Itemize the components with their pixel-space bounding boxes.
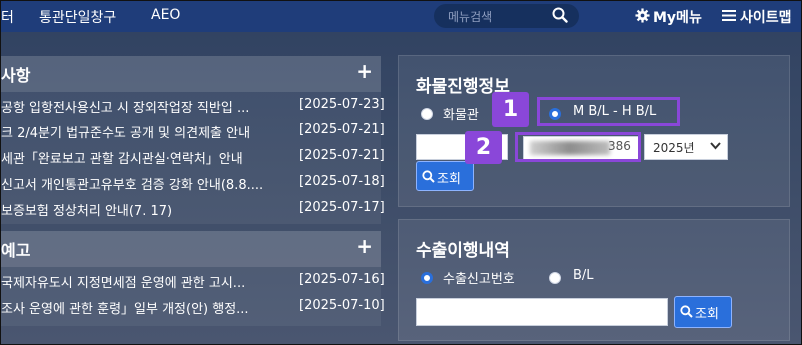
notice-row-date: [2025-07-17] bbox=[299, 200, 385, 215]
preannounce-panel-title: 예고 bbox=[1, 241, 31, 260]
notice-row-title[interactable]: 보증보험 정상처리 안내(7. 17) bbox=[1, 200, 172, 219]
export-search-label: 조회 bbox=[695, 307, 719, 322]
notice-panel-title: 사항 bbox=[1, 66, 31, 85]
export-number-input[interactable] bbox=[416, 298, 668, 326]
chevron-down-icon bbox=[710, 142, 721, 150]
notice-row-title[interactable]: 세관「완료보고 관할 감시관실·연락처」안내 bbox=[1, 148, 243, 167]
export-search-button[interactable]: 조회 bbox=[674, 296, 732, 328]
radio-export-bl[interactable] bbox=[549, 272, 561, 284]
notice-row-title[interactable]: 신고서 개인통관고유부호 검증 강화 안내(8.8.... bbox=[1, 174, 263, 193]
cargo-search-label: 조회 bbox=[437, 172, 461, 187]
year-select[interactable]: 2025년 bbox=[644, 134, 728, 160]
notice-row-title[interactable]: 크 2/4분기 법규준수도 공개 및 의견제출 안내 bbox=[1, 122, 250, 141]
gear-icon bbox=[635, 7, 650, 27]
sitemap-label: 사이트맵 bbox=[740, 10, 792, 26]
mymenu-label: My메뉴 bbox=[653, 10, 702, 26]
sitemap-button[interactable]: 사이트맵 bbox=[722, 7, 792, 27]
radio-export-decl-no[interactable] bbox=[421, 272, 433, 284]
notice-row[interactable]: 보증보험 정상처리 안내(7. 17) [2025-07-17] bbox=[1, 200, 385, 224]
nav-item-single-window[interactable]: 통관단일창구 bbox=[39, 7, 116, 27]
preannounce-row-date: [2025-07-16] bbox=[299, 272, 385, 287]
annotation-badge-1: 1 bbox=[492, 92, 529, 127]
preannounce-row[interactable]: 국제자유도시 지정면세점 운영에 관한 고시... [2025-07-16] bbox=[1, 272, 385, 296]
search-icon bbox=[680, 305, 693, 318]
hamburger-icon bbox=[722, 9, 736, 26]
annotation-highlight-cargo-number bbox=[515, 132, 641, 162]
notice-row-date: [2025-07-23] bbox=[299, 97, 385, 112]
export-panel: 수출이행내역 수출신고번호 B/L 조회 bbox=[398, 219, 790, 341]
radio-export-decl-no-label: 수출신고번호 bbox=[443, 272, 515, 287]
search-icon[interactable] bbox=[552, 7, 568, 27]
notice-panel-header: 사항 + bbox=[1, 56, 381, 92]
notice-row[interactable]: 공항 입항전사용신고 시 장외작업장 직반입 ... [2025-07-23] bbox=[1, 97, 385, 121]
search-icon bbox=[422, 170, 435, 183]
notice-row-date: [2025-07-18] bbox=[299, 174, 385, 189]
radio-cargo-mgmt[interactable] bbox=[421, 108, 433, 120]
cargo-search-button[interactable]: 조회 bbox=[416, 161, 474, 191]
cargo-progress-panel: 화물진행정보 화물관 M B/L - H B/L 386 2025년 조회 bbox=[398, 55, 790, 207]
nav-item-aeo[interactable]: AEO bbox=[151, 7, 180, 23]
notice-row[interactable]: 세관「완료보고 관할 감시관실·연락처」안내 [2025-07-21] bbox=[1, 148, 385, 172]
preannounce-more-button[interactable]: + bbox=[356, 234, 373, 258]
radio-cargo-mgmt-label: 화물관 bbox=[443, 108, 479, 123]
menu-search-input[interactable] bbox=[446, 6, 546, 28]
notice-row[interactable]: 신고서 개인통관고유부호 검증 강화 안내(8.8.... [2025-07-1… bbox=[1, 174, 385, 198]
export-panel-title: 수출이행내역 bbox=[416, 241, 510, 261]
notice-row-date: [2025-07-21] bbox=[299, 148, 385, 163]
notice-row-date: [2025-07-21] bbox=[299, 122, 385, 137]
preannounce-row-title[interactable]: 국제자유도시 지정면세점 운영에 관한 고시... bbox=[1, 272, 245, 291]
preannounce-panel-header: 예고 + bbox=[1, 231, 381, 267]
radio-export-bl-label: B/L bbox=[573, 268, 594, 283]
notice-row-title[interactable]: 공항 입항전사용신고 시 장외작업장 직반입 ... bbox=[1, 97, 249, 116]
notice-more-button[interactable]: + bbox=[356, 59, 373, 83]
menu-search-box bbox=[434, 4, 579, 28]
preannounce-row-title[interactable]: 조사 운영에 관한 훈령」일부 개정(안) 행정... bbox=[1, 298, 249, 317]
notice-row[interactable]: 크 2/4분기 법규준수도 공개 및 의견제출 안내 [2025-07-21] bbox=[1, 122, 385, 146]
notice-panel: 사항 + 공항 입항전사용신고 시 장외작업장 직반입 ... [2025-07… bbox=[1, 56, 385, 224]
app-frame: 터 통관단일창구 AEO My메뉴 사이트맵 사항 + bbox=[0, 0, 802, 345]
preannounce-row[interactable]: 조사 운영에 관한 훈령」일부 개정(안) 행정... [2025-07-10] bbox=[1, 298, 385, 322]
annotation-badge-2: 2 bbox=[465, 131, 502, 164]
nav-item-partial[interactable]: 터 bbox=[1, 7, 14, 27]
preannounce-row-date: [2025-07-10] bbox=[299, 298, 385, 313]
mymenu-button[interactable]: My메뉴 bbox=[635, 7, 702, 27]
preannounce-panel: 예고 + 국제자유도시 지정면세점 운영에 관한 고시... [2025-07-… bbox=[1, 231, 385, 326]
annotation-highlight-mbl-hbl bbox=[537, 97, 680, 126]
top-nav: 터 통관단일창구 AEO My메뉴 사이트맵 bbox=[1, 1, 801, 32]
year-select-value: 2025년 bbox=[653, 141, 695, 155]
